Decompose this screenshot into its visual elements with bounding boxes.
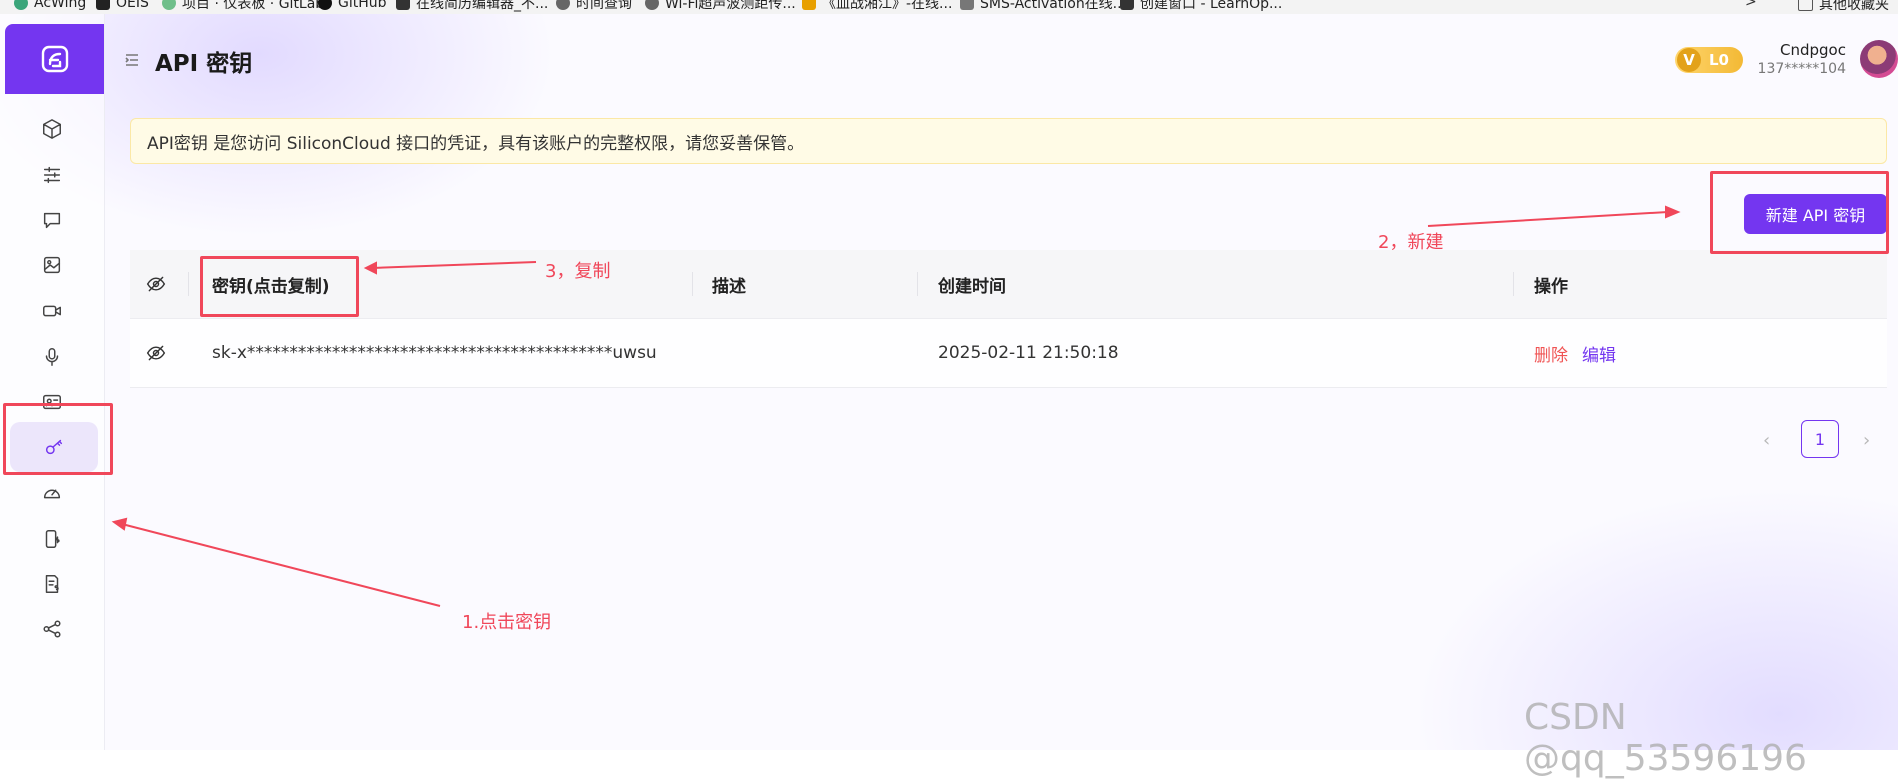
api-key-value[interactable]: sk-x************************************… bbox=[212, 319, 657, 387]
column-divider bbox=[917, 272, 918, 296]
bookmark-resume[interactable]: 在线简历编辑器_不... bbox=[396, 0, 548, 12]
video-camera-icon bbox=[43, 305, 61, 317]
table-header: 密钥(点击复制) 描述 创建时间 操作 bbox=[130, 250, 1887, 319]
annotation-step1: 1.点击密钥 bbox=[462, 612, 552, 633]
sidebar bbox=[0, 14, 105, 750]
avatar[interactable] bbox=[1860, 40, 1898, 78]
column-divider bbox=[1513, 272, 1514, 296]
api-key-created: 2025-02-11 21:50:18 bbox=[938, 343, 1119, 363]
acwing-icon bbox=[14, 0, 28, 10]
eye-off-icon bbox=[146, 276, 166, 292]
nav-playground[interactable] bbox=[0, 152, 104, 198]
annotation-step2: 2，新建 bbox=[1378, 232, 1444, 253]
table-row: sk-x************************************… bbox=[130, 319, 1887, 388]
nav-models[interactable] bbox=[0, 106, 104, 152]
api-keys-table: 密钥(点击复制) 描述 创建时间 操作 sk-x****************… bbox=[130, 250, 1887, 388]
edit-key-link[interactable]: 编辑 bbox=[1582, 341, 1616, 366]
clock-icon bbox=[556, 0, 570, 10]
toggle-all-visibility[interactable] bbox=[146, 250, 166, 318]
bookmark-github[interactable]: GitHub bbox=[318, 0, 387, 12]
nav-usage[interactable] bbox=[0, 470, 104, 516]
toggle-key-visibility[interactable] bbox=[146, 319, 166, 387]
video-icon bbox=[802, 0, 816, 10]
annotation-step3: 3，复制 bbox=[545, 261, 611, 282]
image-icon bbox=[43, 256, 61, 274]
vip-level: L0 bbox=[1709, 51, 1729, 69]
bookmark-oeis[interactable]: OEIS bbox=[96, 0, 149, 12]
pagination-prev[interactable]: ‹ bbox=[1763, 430, 1770, 451]
column-divider bbox=[188, 272, 189, 296]
bookmark-acwing[interactable]: AcWing bbox=[14, 0, 86, 12]
vip-icon: V bbox=[1677, 48, 1701, 72]
column-header-actions: 操作 bbox=[1534, 276, 1568, 297]
nav-share[interactable] bbox=[0, 606, 104, 652]
bookmark-time[interactable]: 时间查询 bbox=[556, 0, 632, 12]
eye-off-icon bbox=[146, 345, 166, 361]
logo-icon bbox=[41, 45, 68, 73]
pagination-next[interactable]: › bbox=[1863, 430, 1870, 451]
chat-icon bbox=[43, 212, 61, 229]
column-divider bbox=[692, 272, 693, 296]
billing-phone-icon bbox=[45, 530, 60, 548]
vip-level-badge[interactable]: V L0 bbox=[1675, 47, 1743, 73]
nav-audio[interactable] bbox=[0, 334, 104, 380]
bookmark-sms[interactable]: SMS-Activation在线... bbox=[960, 0, 1126, 12]
bookmarks-bar: AcWing OEIS 项目 · 仪表板 · GitLab GitHub 在线简… bbox=[0, 0, 1898, 15]
bookmark-video[interactable]: 《血战湘江》-在线... bbox=[802, 0, 952, 12]
gitlab-icon bbox=[162, 0, 176, 10]
other-bookmarks-folder[interactable]: 其他收藏夹 bbox=[1798, 0, 1889, 14]
wifi-icon bbox=[645, 0, 659, 10]
user-name: Cndpgoc bbox=[1780, 41, 1846, 59]
user-phone: 137*****104 bbox=[1757, 61, 1846, 77]
share-icon bbox=[43, 620, 61, 638]
sliders-icon bbox=[43, 166, 61, 184]
nav-recharge[interactable] bbox=[0, 516, 104, 562]
cube-icon bbox=[43, 119, 61, 139]
bookmarks-overflow-button[interactable]: > bbox=[1745, 0, 1757, 10]
github-icon bbox=[318, 0, 332, 10]
folder-icon bbox=[1798, 0, 1813, 11]
microphone-icon bbox=[45, 348, 59, 366]
learnopengl-icon bbox=[1120, 0, 1134, 10]
app-root: API 密钥 V L0 Cndpgoc 137*****104 API密钥 是您… bbox=[0, 14, 1898, 750]
api-key-notice: API密钥 是您访问 SiliconCloud 接口的凭证，具有该账户的完整权限… bbox=[130, 118, 1887, 164]
nav-video[interactable] bbox=[0, 288, 104, 334]
gauge-icon bbox=[43, 489, 61, 499]
row-actions: 删除 编辑 bbox=[1534, 319, 1616, 387]
csdn-watermark: CSDN @qq_53596196 bbox=[1524, 697, 1807, 779]
column-header-created: 创建时间 bbox=[938, 276, 1006, 297]
sms-icon bbox=[960, 0, 974, 10]
delete-key-link[interactable]: 删除 bbox=[1534, 341, 1568, 366]
nav-image[interactable] bbox=[0, 242, 104, 288]
annotation-box-new-button bbox=[1710, 171, 1889, 254]
nav-chat[interactable] bbox=[0, 197, 104, 243]
column-header-description: 描述 bbox=[712, 276, 746, 297]
collapse-sidebar-icon[interactable] bbox=[124, 52, 140, 68]
resume-icon bbox=[396, 0, 410, 10]
annotation-box-key-column bbox=[200, 256, 359, 317]
nav-invoice[interactable] bbox=[0, 561, 104, 607]
page-title: API 密钥 bbox=[155, 51, 253, 77]
bookmark-gitlab[interactable]: 项目 · 仪表板 · GitLab bbox=[162, 0, 324, 12]
annotation-box-keys-nav bbox=[3, 403, 113, 475]
invoice-icon bbox=[45, 575, 59, 593]
oeis-icon bbox=[96, 0, 110, 10]
pagination-page-1[interactable]: 1 bbox=[1801, 420, 1839, 458]
bookmark-wifi[interactable]: Wi-Fi超声波测距传... bbox=[645, 0, 796, 12]
siliconflow-logo[interactable] bbox=[5, 24, 104, 94]
bookmark-learnopengl[interactable]: 创建窗口 - LearnOp... bbox=[1120, 0, 1282, 12]
